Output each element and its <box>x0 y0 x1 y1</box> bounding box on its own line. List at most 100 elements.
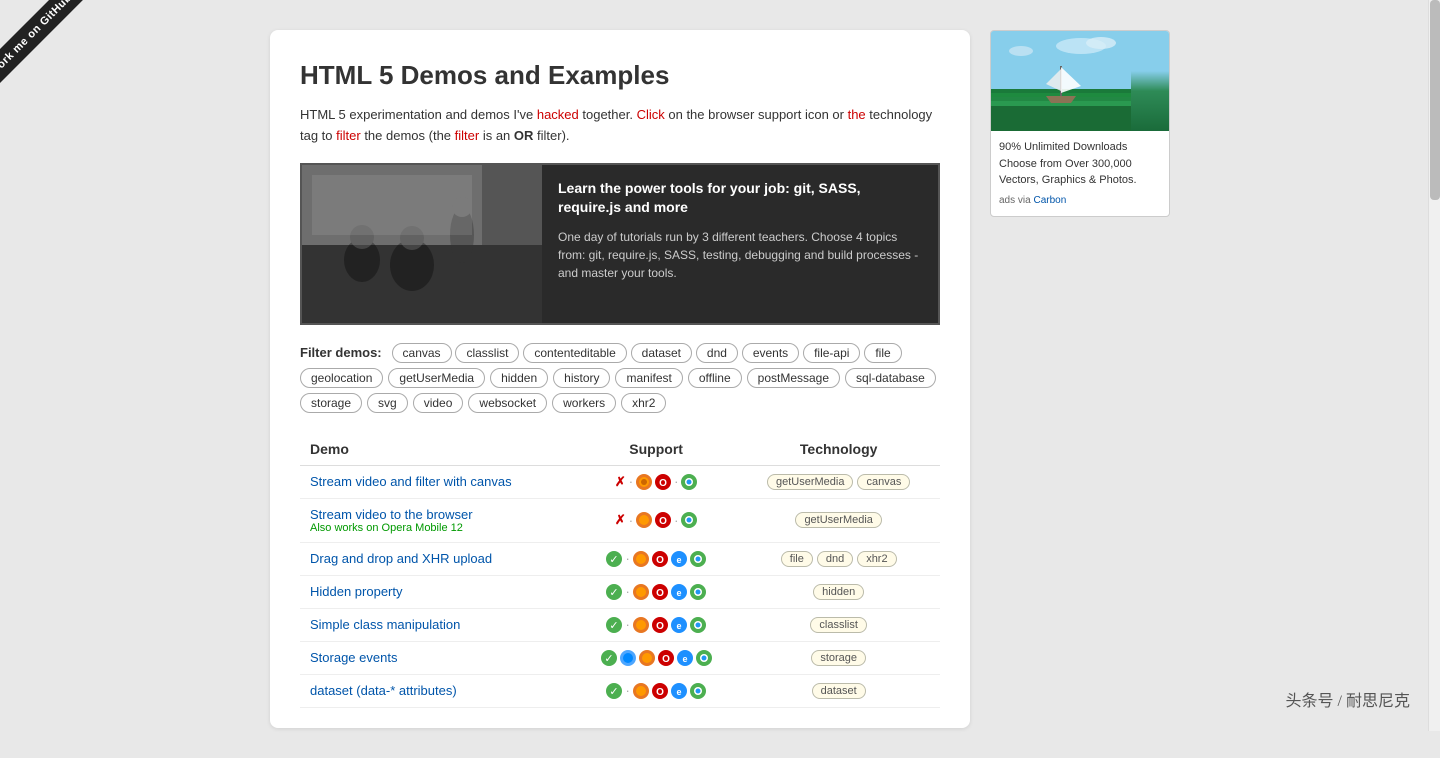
ads-via-link[interactable]: Carbon <box>1033 195 1066 206</box>
ad-text: Learn the power tools for your job: git,… <box>542 165 938 323</box>
svg-text:e: e <box>682 654 687 664</box>
chrome-icon <box>681 474 697 490</box>
filter-tag-websocket[interactable]: websocket <box>468 393 547 413</box>
svg-text:O: O <box>659 478 667 489</box>
tech-cell: storage <box>737 641 940 674</box>
tech-tag-xhr2[interactable]: xhr2 <box>857 551 896 567</box>
filter-section: Filter demos: canvas classlist contented… <box>300 343 940 413</box>
intro-filter1: filter <box>336 128 361 143</box>
demos-table: Demo Support Technology Stream video and… <box>300 433 940 708</box>
ad-body: One day of tutorials run by 3 different … <box>558 228 922 282</box>
support-icons: ✗ · O · <box>585 474 727 490</box>
ie-dot-icon: · <box>674 474 678 489</box>
support-cell: ✓ · O e <box>575 608 737 641</box>
filter-tag-classlist[interactable]: classlist <box>455 343 519 363</box>
support-icons: ✓ · O e <box>585 683 727 699</box>
ad-banner[interactable]: Learn the power tools for your job: git,… <box>300 163 940 325</box>
support-icons: ✓ · O e <box>585 551 727 567</box>
filter-tag-manifest[interactable]: manifest <box>615 368 682 388</box>
filter-tag-file[interactable]: file <box>864 343 901 363</box>
svg-text:e: e <box>676 621 681 631</box>
svg-text:e: e <box>676 588 681 598</box>
safari-partial-icon: · <box>629 474 633 489</box>
filter-tag-svg[interactable]: svg <box>367 393 408 413</box>
tech-tags: hidden <box>747 584 930 600</box>
tech-tag-dataset[interactable]: dataset <box>812 683 866 699</box>
filter-tag-events[interactable]: events <box>742 343 799 363</box>
filter-tag-history[interactable]: history <box>553 368 610 388</box>
filter-tag-workers[interactable]: workers <box>552 393 616 413</box>
check-icon: ✓ <box>606 617 622 633</box>
table-row: Simple class manipulation ✓ · O e <box>300 608 940 641</box>
ads-via-label: ads via <box>999 195 1031 206</box>
demo-link-drag-drop[interactable]: Drag and drop and XHR upload <box>310 551 492 566</box>
intro-paragraph: HTML 5 experimentation and demos I've ha… <box>300 105 940 147</box>
opera-icon: O <box>655 474 671 490</box>
check-icon: ✓ <box>606 683 622 699</box>
filter-tag-sql-database[interactable]: sql-database <box>845 368 936 388</box>
dot-icon: · <box>629 513 633 528</box>
filter-tag-storage[interactable]: storage <box>300 393 362 413</box>
dot-icon: · <box>625 683 629 698</box>
filter-tag-file-api[interactable]: file-api <box>803 343 860 363</box>
safari-icon <box>620 650 636 666</box>
ie-icon: e <box>677 650 693 666</box>
ads-via: ads via Carbon <box>999 193 1161 208</box>
filter-label: Filter demos: <box>300 345 382 360</box>
chrome-icon <box>690 551 706 567</box>
scrollbar[interactable] <box>1428 0 1440 731</box>
scrollbar-thumb[interactable] <box>1430 0 1440 200</box>
sidebar-ad-text: 90% Unlimited Downloads Choose from Over… <box>991 131 1169 216</box>
tech-tag-getusermedia[interactable]: getUserMedia <box>795 512 881 528</box>
tech-tags: classlist <box>747 617 930 633</box>
firefox-icon <box>633 551 649 567</box>
support-icons: ✗ · O · <box>585 512 727 528</box>
tech-tag-getusermedia[interactable]: getUserMedia <box>767 474 853 490</box>
svg-text:✓: ✓ <box>610 587 619 599</box>
tech-tag-canvas[interactable]: canvas <box>857 474 910 490</box>
support-cell: ✗ · O · <box>575 465 737 498</box>
filter-tag-geolocation[interactable]: geolocation <box>300 368 383 388</box>
tech-tag-file[interactable]: file <box>781 551 813 567</box>
svg-text:O: O <box>656 588 664 599</box>
tech-cell: getUserMedia <box>737 498 940 542</box>
filter-tag-contenteditable[interactable]: contenteditable <box>523 343 626 363</box>
check-icon: ✓ <box>601 650 617 666</box>
filter-tag-getusermedia[interactable]: getUserMedia <box>388 368 485 388</box>
tech-cell: getUserMedia canvas <box>737 465 940 498</box>
filter-tag-video[interactable]: video <box>413 393 464 413</box>
demo-link-class-manipulation[interactable]: Simple class manipulation <box>310 617 460 632</box>
opera-icon: O <box>658 650 674 666</box>
filter-tag-hidden[interactable]: hidden <box>490 368 548 388</box>
demo-link-dataset[interactable]: dataset (data-* attributes) <box>310 683 457 698</box>
ie-icon: e <box>671 584 687 600</box>
chrome-icon <box>690 683 706 699</box>
filter-tag-dataset[interactable]: dataset <box>631 343 692 363</box>
github-ribbon[interactable]: Fork me on GitHub <box>0 0 100 100</box>
filter-tag-xhr2[interactable]: xhr2 <box>621 393 666 413</box>
filter-tag-postmessage[interactable]: postMessage <box>747 368 840 388</box>
sidebar-ad-title: 90% Unlimited Downloads Choose from Over… <box>999 139 1161 189</box>
tech-tag-dnd[interactable]: dnd <box>817 551 853 567</box>
tech-tag-classlist[interactable]: classlist <box>810 617 867 633</box>
demo-cell: Stream video to the browser Also works o… <box>300 498 575 542</box>
filter-tag-offline[interactable]: offline <box>688 368 742 388</box>
firefox-icon <box>636 512 652 528</box>
col-technology: Technology <box>737 433 940 466</box>
demo-link-stream-video-canvas[interactable]: Stream video and filter with canvas <box>310 474 512 489</box>
sidebar: 90% Unlimited Downloads Choose from Over… <box>990 30 1170 728</box>
sidebar-ad[interactable]: 90% Unlimited Downloads Choose from Over… <box>990 30 1170 217</box>
support-cell: ✓ O e <box>575 641 737 674</box>
demo-link-storage-events[interactable]: Storage events <box>310 650 397 665</box>
sidebar-ad-image <box>991 31 1169 131</box>
demo-link-hidden[interactable]: Hidden property <box>310 584 403 599</box>
support-icons: ✓ O e <box>585 650 727 666</box>
dot-icon: · <box>625 617 629 632</box>
tech-tag-storage[interactable]: storage <box>811 650 866 666</box>
demo-link-stream-video-browser[interactable]: Stream video to the browser <box>310 507 473 522</box>
tech-tag-hidden[interactable]: hidden <box>813 584 864 600</box>
filter-tag-canvas[interactable]: canvas <box>392 343 452 363</box>
table-row: dataset (data-* attributes) ✓ · O e <box>300 674 940 707</box>
filter-tag-dnd[interactable]: dnd <box>696 343 738 363</box>
intro-the: the <box>848 107 866 122</box>
